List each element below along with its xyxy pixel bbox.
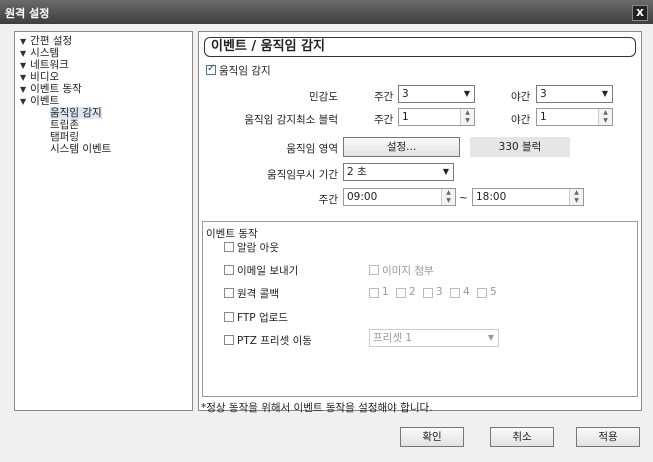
- callback-3-checkbox[interactable]: [423, 288, 433, 298]
- daytime-label: 주간: [318, 194, 338, 206]
- chevron-down-icon: ▼: [487, 333, 494, 342]
- email-label: 이메일 보내기: [237, 265, 299, 277]
- settings-tree: ▼ 간편 설정 ▼ 시스템 ▼ 네트워크 ▼ 비디오 ▼ 이벤트 동작 ▼ 이벤트 움직임 …: [14, 31, 193, 411]
- ignore-period-label: 움직임무시 기간: [267, 169, 338, 181]
- min-block-night-spinner[interactable]: 1 ▲ ▼: [536, 108, 613, 126]
- remote-callback-checkbox[interactable]: [224, 288, 234, 298]
- motion-detect-checkbox[interactable]: [206, 63, 216, 75]
- callback-5-label: 5: [490, 286, 497, 298]
- tree-item-label: 네트워크: [30, 59, 69, 71]
- callback-5-checkbox[interactable]: [477, 288, 487, 298]
- selected-value: 3: [540, 88, 547, 100]
- cancel-button[interactable]: 취소: [490, 427, 554, 447]
- spin-arrows-icon[interactable]: ▲ ▼: [569, 189, 583, 205]
- callback-1-checkbox[interactable]: [369, 288, 379, 298]
- title-bar: 원격 설정 x: [0, 0, 653, 24]
- spinner-value: 1: [402, 111, 409, 123]
- remote-callback-label: 원격 콜백: [237, 288, 279, 300]
- callback-3-label: 3: [436, 286, 443, 298]
- remote-settings-window: 원격 설정 x ▼ 간편 설정 ▼ 시스템 ▼ 네트워크 ▼ 비디오 ▼ 이벤트 동작 ▼…: [0, 0, 653, 462]
- time-range-separator: ~: [459, 192, 468, 204]
- callback-4-label: 4: [463, 286, 470, 298]
- spinner-value: 1: [540, 111, 547, 123]
- ignore-period-select[interactable]: 2 초 ▼: [343, 163, 454, 181]
- tree-item-motion-detect[interactable]: 움직임 감지: [50, 107, 102, 119]
- attach-image-checkbox[interactable]: [369, 265, 379, 275]
- tree-item-system-event[interactable]: 시스템 이벤트: [50, 143, 111, 155]
- attach-image-label: 이미지 첨부: [382, 265, 434, 277]
- sensitivity-label: 민감도: [309, 91, 338, 103]
- callback-1-label: 1: [382, 286, 389, 298]
- spinner-value: 18:00: [476, 191, 507, 203]
- sensitivity-night-select[interactable]: 3 ▼: [536, 85, 613, 103]
- alarm-out-label: 알람 아웃: [237, 242, 279, 254]
- alarm-out-checkbox[interactable]: [224, 242, 234, 252]
- tree-item-tripzone[interactable]: 트립존: [50, 119, 79, 131]
- spin-arrows-icon[interactable]: ▲ ▼: [598, 109, 612, 125]
- motion-area-block-count: 330 블럭: [470, 137, 570, 157]
- email-checkbox[interactable]: [224, 265, 234, 275]
- ftp-upload-checkbox[interactable]: [224, 312, 234, 322]
- selected-value: 3: [402, 88, 409, 100]
- sensitivity-day-label: 주간: [374, 91, 394, 103]
- motion-area-setup-button[interactable]: 설정...: [343, 137, 460, 157]
- tree-item-label: 시스템: [30, 47, 60, 59]
- chevron-down-icon: ▼: [601, 89, 608, 98]
- min-block-day-spinner[interactable]: 1 ▲ ▼: [398, 108, 475, 126]
- min-block-night-label: 야간: [511, 114, 531, 126]
- sensitivity-day-select[interactable]: 3 ▼: [398, 85, 475, 103]
- daytime-end-spinner[interactable]: 18:00 ▲ ▼: [472, 188, 584, 206]
- chevron-down-icon: ▼: [463, 89, 470, 98]
- close-button[interactable]: x: [632, 5, 648, 21]
- window-title: 원격 설정: [5, 7, 50, 20]
- event-actions-box: 이벤트 동작 알람 아웃 이메일 보내기 이미지 첨부 원격 콜백 1 2 3 …: [202, 221, 638, 397]
- motion-detect-label: 움직임 감지: [219, 65, 271, 77]
- min-block-day-label: 주간: [374, 114, 394, 126]
- spin-arrows-icon[interactable]: ▲ ▼: [441, 189, 455, 205]
- selected-value: 프리셋 1: [373, 332, 412, 344]
- daytime-start-spinner[interactable]: 09:00 ▲ ▼: [343, 188, 456, 206]
- callback-2-checkbox[interactable]: [396, 288, 406, 298]
- sensitivity-night-label: 야간: [511, 91, 531, 103]
- event-actions-title: 이벤트 동작: [206, 228, 258, 240]
- tree-item-label: 이벤트 동작: [30, 83, 82, 95]
- event-action-notice: *정상 동작을 위해서 이벤트 동작을 설정해야 합니다.: [201, 402, 433, 414]
- callback-4-checkbox[interactable]: [450, 288, 460, 298]
- page-title: 이벤트 / 움직임 감지: [204, 37, 636, 57]
- ptz-preset-checkbox[interactable]: [224, 335, 234, 345]
- motion-area-label: 움직임 영역: [286, 143, 338, 155]
- ok-button[interactable]: 확인: [400, 427, 464, 447]
- spin-arrows-icon[interactable]: ▲ ▼: [460, 109, 474, 125]
- ftp-upload-label: FTP 업로드: [237, 312, 288, 324]
- settings-panel: 이벤트 / 움직임 감지 움직임 감지 민감도 주간 3▼ 야간 3▼ 움직임 …: [198, 31, 642, 414]
- expand-arrow-icon[interactable]: ▼: [20, 96, 26, 108]
- tree-item-label: 간편 설정: [30, 35, 73, 47]
- ptz-preset-select[interactable]: 프리셋 1 ▼: [369, 329, 499, 347]
- apply-button[interactable]: 적용: [576, 427, 640, 447]
- tree-item-label: 비디오: [30, 71, 60, 83]
- callback-2-label: 2: [409, 286, 416, 298]
- min-block-label: 움직임 감지최소 블럭: [244, 114, 338, 126]
- tree-item-tampering[interactable]: 탬퍼링: [50, 131, 79, 143]
- tree-item-label: 이벤트: [30, 95, 60, 107]
- spinner-value: 09:00: [347, 191, 378, 203]
- chevron-down-icon: ▼: [442, 167, 449, 176]
- ptz-preset-label: PTZ 프리셋 이동: [237, 335, 312, 347]
- selected-value: 2 초: [347, 166, 367, 178]
